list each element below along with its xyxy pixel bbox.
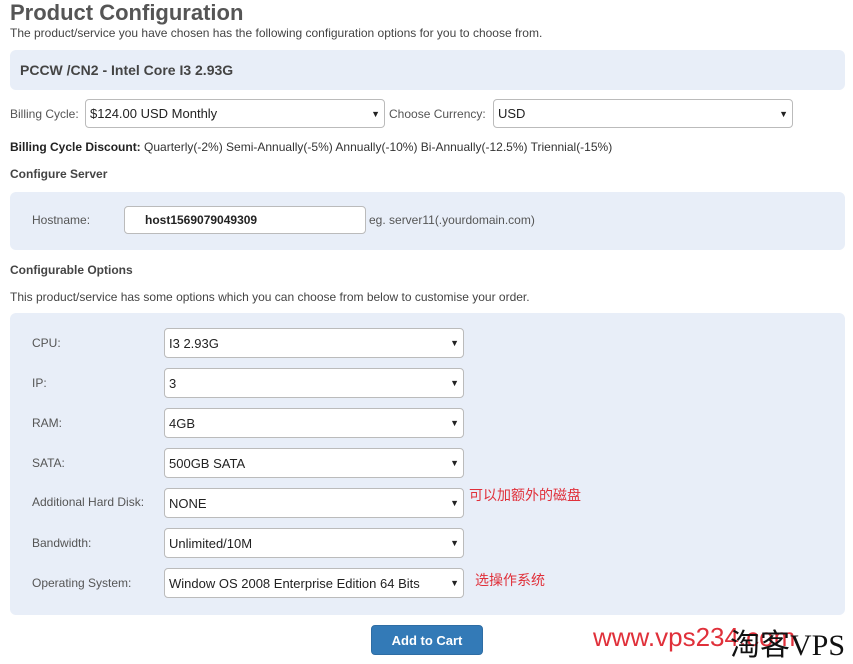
billing-cycle-select[interactable]: $124.00 USD Monthly ▼: [85, 99, 385, 128]
currency-label: Choose Currency:: [389, 107, 486, 121]
option-select[interactable]: 3 ▼: [164, 368, 464, 398]
configure-server-panel: Hostname: host1569079049309 eg. server11…: [10, 192, 845, 250]
option-value: 4GB: [169, 415, 196, 431]
dropdown-arrow-icon: ▼: [779, 108, 788, 119]
dropdown-arrow-icon: ▼: [450, 458, 459, 468]
option-note: 选操作系统: [475, 572, 545, 588]
option-select[interactable]: Unlimited/10M ▼: [164, 528, 464, 558]
configure-server-heading: Configure Server: [10, 167, 108, 181]
option-select[interactable]: 500GB SATA ▼: [164, 448, 464, 478]
option-value: 500GB SATA: [169, 455, 246, 471]
discount-label: Billing Cycle Discount:: [10, 140, 141, 154]
option-value: I3 2.93G: [169, 335, 219, 351]
add-to-cart-button[interactable]: Add to Cart: [371, 625, 483, 655]
option-value: Window OS 2008 Enterprise Edition 64 Bit…: [169, 575, 420, 591]
option-note: 可以加额外的磁盘: [469, 487, 581, 503]
option-value: 3: [169, 375, 177, 391]
configurable-options-heading: Configurable Options: [10, 263, 133, 277]
page-subtitle: The product/service you have chosen has …: [10, 26, 543, 40]
option-label: Additional Hard Disk:: [32, 495, 145, 509]
page-title: Product Configuration: [10, 0, 244, 25]
option-value: NONE: [169, 495, 207, 511]
dropdown-arrow-icon: ▼: [450, 338, 459, 348]
dropdown-arrow-icon: ▼: [450, 378, 459, 388]
option-label: RAM:: [32, 416, 62, 430]
currency-value: USD: [498, 106, 526, 121]
option-select[interactable]: I3 2.93G ▼: [164, 328, 464, 358]
product-panel: PCCW /CN2 - Intel Core I3 2.93G: [10, 50, 845, 90]
hostname-input[interactable]: host1569079049309: [124, 206, 366, 234]
currency-select[interactable]: USD ▼: [493, 99, 793, 128]
billing-cycle-value: $124.00 USD Monthly: [90, 106, 218, 121]
option-label: Operating System:: [32, 576, 132, 590]
hostname-value: host1569079049309: [145, 213, 258, 227]
watermark-brand: 淘客VPS: [730, 629, 846, 662]
dropdown-arrow-icon: ▼: [450, 418, 459, 428]
dropdown-arrow-icon: ▼: [450, 538, 459, 548]
dropdown-arrow-icon: ▼: [371, 108, 380, 119]
dropdown-arrow-icon: ▼: [450, 498, 459, 508]
option-label: IP:: [32, 376, 47, 390]
hostname-label: Hostname:: [32, 213, 91, 227]
option-select[interactable]: Window OS 2008 Enterprise Edition 64 Bit…: [164, 568, 464, 598]
billing-discount: Billing Cycle Discount: Quarterly(-2%) S…: [10, 140, 612, 154]
option-label: CPU:: [32, 336, 61, 350]
option-value: Unlimited/10M: [169, 535, 253, 551]
configurable-options-description: This product/service has some options wh…: [10, 290, 530, 304]
billing-cycle-label: Billing Cycle:: [10, 107, 79, 121]
hostname-hint: eg. server11(.yourdomain.com): [369, 213, 535, 227]
option-select[interactable]: NONE ▼: [164, 488, 464, 518]
option-label: Bandwidth:: [32, 536, 92, 550]
product-name: PCCW /CN2 - Intel Core I3 2.93G: [20, 62, 234, 78]
discount-text: Quarterly(-2%) Semi-Annually(-5%) Annual…: [144, 140, 613, 154]
dropdown-arrow-icon: ▼: [450, 578, 459, 588]
option-select[interactable]: 4GB ▼: [164, 408, 464, 438]
option-label: SATA:: [32, 456, 65, 470]
